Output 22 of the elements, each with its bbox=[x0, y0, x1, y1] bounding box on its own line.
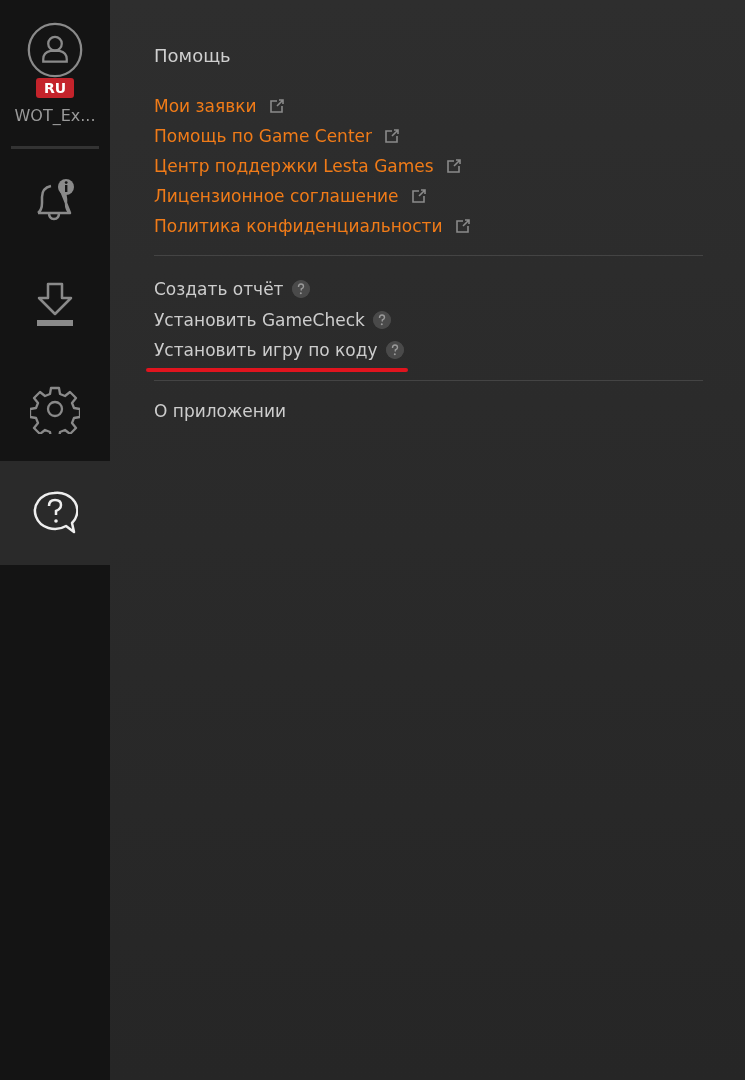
external-link-icon bbox=[268, 98, 285, 114]
user-name: WOT_Ex... bbox=[14, 105, 96, 127]
help-link[interactable]: Центр поддержки Lesta Games bbox=[154, 151, 462, 181]
avatar-icon[interactable] bbox=[27, 22, 83, 78]
help-icon bbox=[32, 491, 78, 535]
help-link[interactable]: Мои заявки bbox=[154, 91, 285, 121]
tool-link[interactable]: Установить игру по коду bbox=[154, 335, 404, 366]
region-badge: RU bbox=[35, 78, 75, 98]
help-link[interactable]: Политика конфиденциальности bbox=[154, 211, 471, 241]
external-link-icon bbox=[454, 218, 471, 234]
section-title: Помощь bbox=[154, 44, 232, 68]
download-icon bbox=[35, 282, 75, 328]
help-link[interactable]: Помощь по Game Center bbox=[154, 121, 400, 151]
tool-link[interactable]: Установить GameCheck bbox=[154, 304, 391, 335]
help-link[interactable]: Лицензионное соглашение bbox=[154, 181, 427, 211]
external-link-icon bbox=[384, 128, 400, 144]
settings-icon bbox=[30, 384, 80, 434]
external-link-icon bbox=[410, 188, 427, 204]
external-link-icon bbox=[445, 158, 462, 174]
about-link[interactable]: О приложении bbox=[154, 398, 286, 424]
tool-link[interactable]: Создать отчёт bbox=[154, 274, 310, 305]
sidebar-tab[interactable] bbox=[0, 461, 110, 565]
